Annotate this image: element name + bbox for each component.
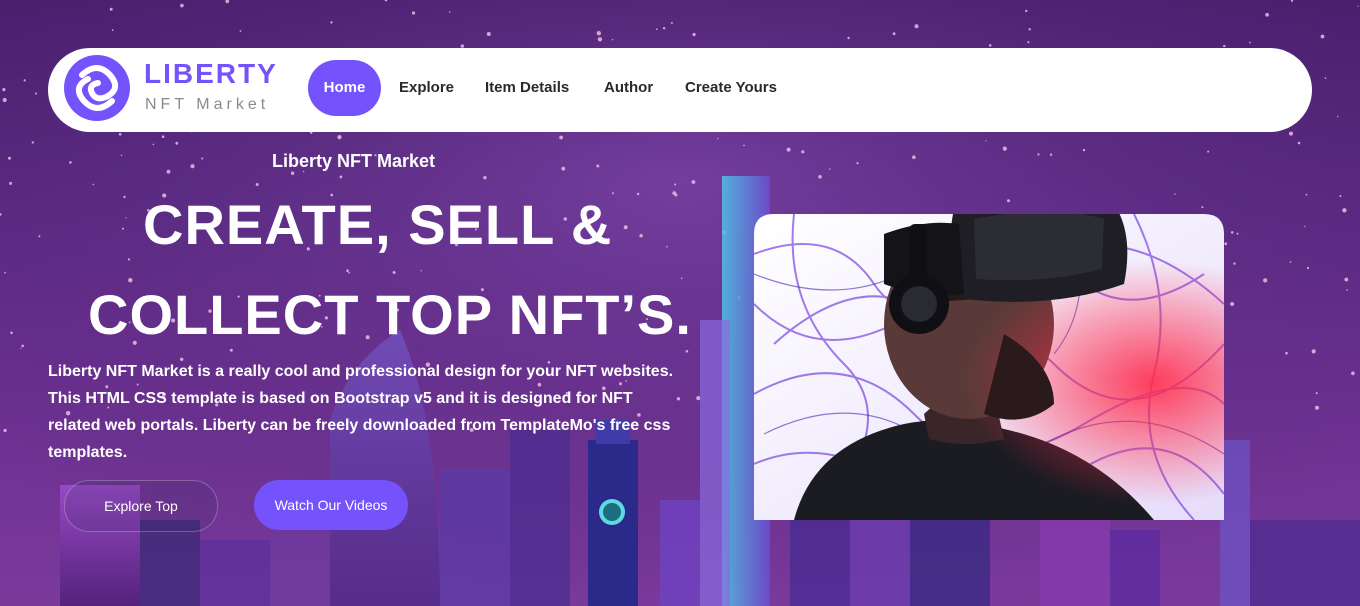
hero-headline-line2: COLLECT TOP NFT’S. [88, 283, 692, 346]
nav-item-author[interactable]: Author [604, 60, 653, 116]
nav-item-explore[interactable]: Explore [399, 60, 454, 116]
explore-top-button[interactable]: Explore Top [64, 480, 218, 532]
hero-kicker: Liberty NFT Market [272, 151, 436, 171]
nav-item-create-yours[interactable]: Create Yours [685, 60, 777, 116]
hero-description: Liberty NFT Market is a really cool and … [48, 363, 674, 461]
nav-item-home[interactable]: Home [308, 60, 381, 116]
hero-headline-line1: CREATE, SELL & [143, 193, 613, 256]
nav-item-item-details[interactable]: Item Details [485, 60, 569, 116]
hero-vr-image [754, 214, 1224, 520]
watch-videos-button[interactable]: Watch Our Videos [254, 480, 408, 530]
brand-tagline: NFT Market [145, 96, 270, 113]
liberty-logo-icon[interactable] [62, 53, 132, 123]
brand-name[interactable]: LIBERTY [144, 58, 278, 90]
hero-page: LIBERTY NFT Market Home Explore Item Det… [0, 0, 1360, 606]
